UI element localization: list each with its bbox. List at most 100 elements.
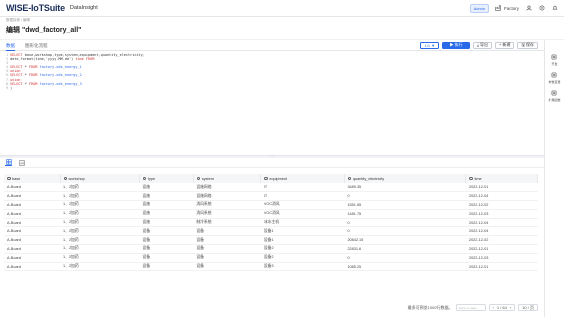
breadcrumb[interactable]: 数据探索 / 编辑 <box>6 18 558 23</box>
table-row[interactable]: A-Board 1、2加药 设备 设备 设备1 0 2022-12-04 <box>4 226 538 237</box>
table-cell: 设备 <box>193 235 261 246</box>
run-button[interactable]: ▶ 执行 <box>442 41 471 49</box>
table-row[interactable]: A-Board 1、2加药 设备 设备 设备3 1085.25 2022-12-01 <box>4 262 538 272</box>
next-page-icon[interactable]: › <box>510 305 511 310</box>
column-header[interactable]: system <box>193 174 262 183</box>
table-row[interactable]: A-Board 1、2加药 设备 设备 设备1 20842.15 2022-12-02 <box>4 235 538 246</box>
table-cell: 2022-12-02 <box>465 200 538 210</box>
table-cell: 消风系统 <box>193 200 261 210</box>
notification-icon[interactable] <box>551 5 558 12</box>
factory-label: Factory <box>503 5 519 11</box>
table-cell: 设施网络 <box>193 191 261 202</box>
prev-page-icon[interactable]: ‹ <box>493 305 494 310</box>
table-cell: 1、2加药 <box>60 200 140 210</box>
column-header-label: time <box>474 176 482 181</box>
role-badge: Admin <box>469 3 489 13</box>
table-row[interactable]: A-Board 1、2加药 设施 消风系统 VOC消风 1551.65 2022-12-02 <box>4 200 538 210</box>
table-cell: 消风系统 <box>193 209 261 219</box>
right-panel-item[interactable]: 参数变量 <box>548 72 561 84</box>
column-header[interactable]: base <box>4 174 61 183</box>
result-panel: base workshop type system equipment quantity_… <box>0 158 544 317</box>
column-header[interactable]: quantity_electricity <box>344 174 467 183</box>
table-cell: 2022-12-01 <box>465 244 538 254</box>
right-panel-label: 参数变量 <box>548 80 561 84</box>
column-type-icon <box>63 176 68 181</box>
right-panel-item[interactable]: 扩展函数 <box>548 90 561 102</box>
page-header: 数据探索 / 编辑 编辑 "dwd_factory_all" <box>0 17 564 39</box>
table-cell: 2022-12-03 <box>465 209 538 219</box>
new-button[interactable]: + 新建 <box>495 41 515 49</box>
table-cell: A-Board <box>4 226 61 237</box>
table-row[interactable]: A-Board 1、2加药 设备 设备 设备2 0 2022-12-03 <box>4 253 538 263</box>
table-cell: 设备 <box>193 226 261 237</box>
tab-data[interactable]: 数据 <box>6 40 15 51</box>
table-row[interactable]: A-Board 1、2加药 设施 消风系统 VOC消风 1481.75 2022-12-03 <box>4 209 538 219</box>
table-cell: A-Board <box>4 244 61 254</box>
table-cell: 设施网络 <box>193 183 261 193</box>
column-type-icon <box>264 176 268 181</box>
column-header[interactable]: equipment <box>260 174 345 183</box>
table-cell: 设备1 <box>260 235 345 246</box>
right-panel-item[interactable]: 开发 <box>551 54 558 66</box>
code-token: time <box>75 57 86 62</box>
column-type-icon <box>347 176 352 181</box>
column-type-icon <box>196 176 201 181</box>
table-row[interactable]: A-Board 1、2加药 设施 设施网络 IT 0 2022-12-04 <box>4 191 538 202</box>
factory-selector[interactable]: Factory <box>495 5 519 12</box>
column-header-label: equipment <box>269 176 288 181</box>
code-token: FROM <box>85 57 95 62</box>
column-header[interactable]: time <box>465 174 538 183</box>
table-cell: 设备2 <box>260 244 345 254</box>
column-header[interactable]: type <box>139 174 194 183</box>
table-view-icon[interactable] <box>5 159 12 166</box>
column-header[interactable]: workshop <box>60 174 140 183</box>
save-button[interactable]: 🖫 保存 <box>517 41 538 49</box>
right-side-panel: 开发参数变量扩展函数 <box>544 40 564 317</box>
right-panel-label: 开发 <box>551 62 558 66</box>
variable-icon <box>551 72 557 79</box>
tab-graphical-flow[interactable]: 图形化流程 <box>25 40 48 51</box>
page-size-select[interactable]: 10 / 页 <box>518 304 538 311</box>
table-cell: 1、2加药 <box>60 209 140 219</box>
table-cell: 2022-12-02 <box>465 235 538 246</box>
table-cell: 设备 <box>193 262 261 272</box>
code-token: FROM <box>28 65 40 70</box>
top-bar: WISE-IoTSuite DataInsight Admin Factory <box>0 0 564 17</box>
chart-view-icon[interactable] <box>18 159 25 166</box>
column-header-label: type <box>147 176 156 181</box>
table-cell: A-Board <box>4 209 61 219</box>
code-token: ) <box>10 85 13 90</box>
table-cell: 1085.25 <box>344 262 466 272</box>
table-cell: 设备 <box>139 226 194 237</box>
code-token: factory.ods_energy_2 <box>39 73 82 78</box>
table-cell: VOC消风 <box>260 200 345 210</box>
table-cell: A-Board <box>4 235 61 246</box>
table-cell: 制冷系统 <box>193 218 261 228</box>
table-cell: 20842.15 <box>344 235 466 246</box>
code-line[interactable]: 9) <box>6 86 538 90</box>
brand-logo[interactable]: WISE-IoTSuite <box>6 3 65 13</box>
user-icon[interactable] <box>525 5 532 12</box>
sql-editor[interactable]: 1 SELECT base,workshop,type,system,equipm… <box>0 51 544 155</box>
column-header-label: quantity_electricity <box>352 176 385 181</box>
code-token: SELECT <box>10 81 25 86</box>
pager-summary: 最多可预览1000行数据。 <box>407 304 453 310</box>
table-cell: 设备3 <box>260 262 345 272</box>
table-cell: 1、2加药 <box>60 253 140 263</box>
table-row[interactable]: A-Board 1、2加药 设施 制冷系统 冰水主机 0 2022-12-04 <box>4 218 538 228</box>
table-cell: 0 <box>344 226 466 237</box>
app-subtitle: DataInsight <box>69 5 98 11</box>
export-button[interactable]: ⤓ 导出 <box>473 41 493 49</box>
page-navigator[interactable]: ‹ 1 / 64 › <box>488 304 516 311</box>
table-cell: A-Board <box>4 200 61 210</box>
page-title: 编辑 "dwd_factory_all" <box>6 27 82 34</box>
page-indicator-dropdown[interactable]: 1/1 ▼ <box>420 41 440 49</box>
table-row[interactable]: A-Board 1、2加药 设施 设施网络 IT 3489.35 2022-12-01 <box>4 183 538 193</box>
table-cell: 设备 <box>139 262 194 272</box>
table-row[interactable]: A-Board 1、2加药 设备 设备 设备2 22831.6 2022-12-01 <box>4 244 538 254</box>
table-cell: A-Board <box>4 262 61 272</box>
settings-icon[interactable] <box>538 5 545 12</box>
table-cell: 1、2加药 <box>60 235 140 246</box>
table-cell: 设备 <box>139 253 194 263</box>
page-jump-input[interactable]: Jump to page <box>455 304 486 311</box>
